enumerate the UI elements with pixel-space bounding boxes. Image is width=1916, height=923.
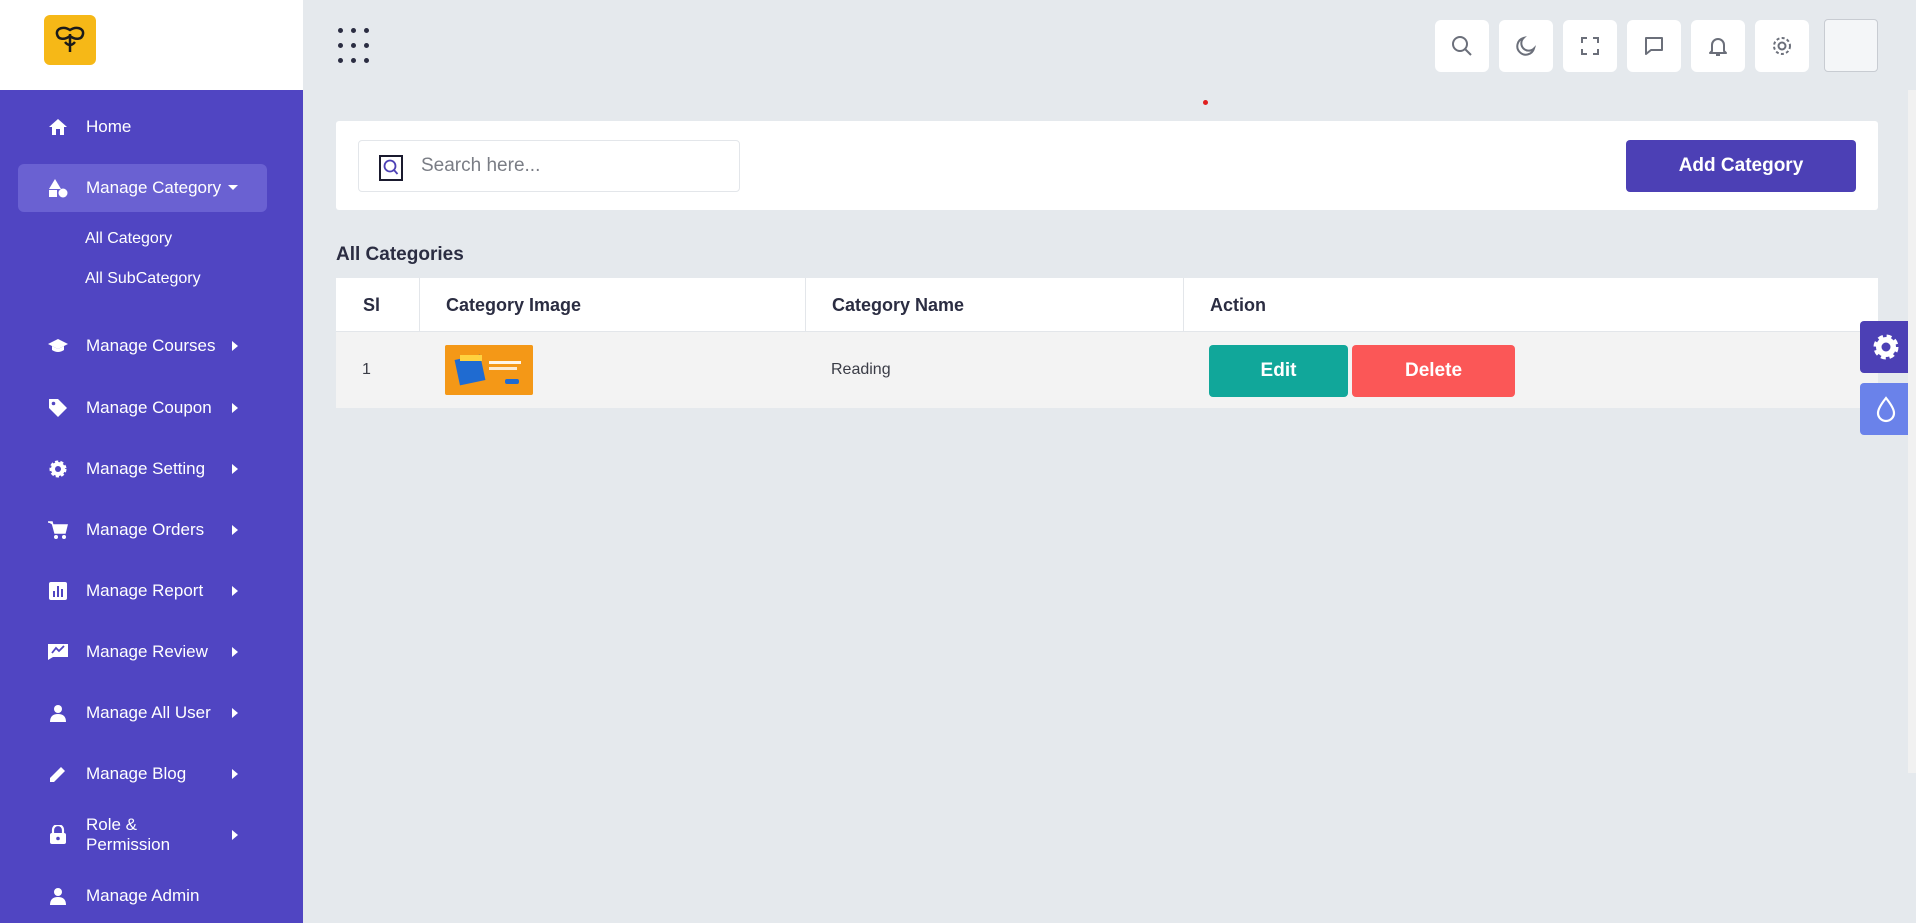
sidebar-item-label: Manage Orders [86,520,205,539]
sidebar-item-manage-admin[interactable]: Manage Admin [18,872,267,920]
gear-icon [1873,334,1899,360]
top-bar [0,0,1916,90]
sidebar-item-manage-courses[interactable]: Manage Courses [18,322,267,370]
user-icon [44,704,72,722]
sidebar-item-label: Manage Blog [86,764,187,783]
sidebar-item-home[interactable]: Home [18,103,267,151]
color-picker-button[interactable] [1860,383,1912,435]
sidebar-item-manage-orders[interactable]: Manage Orders [18,506,267,554]
fullscreen-button[interactable] [1563,20,1617,72]
sidebar-item-manage-blog[interactable]: Manage Blog [18,750,267,798]
fullscreen-icon [1581,37,1599,55]
bell-icon [1709,38,1727,56]
scrollbar[interactable] [1908,90,1916,773]
sidebar-item-manage-setting[interactable]: Manage Setting [18,445,267,493]
apps-grid-icon[interactable] [338,28,376,66]
sidebar-item-label: Manage Report [86,581,204,600]
user-icon [44,887,72,905]
category-name: Reading [831,361,891,378]
notification-button[interactable] [1691,20,1745,72]
sidebar-item-manage-all-user[interactable]: Manage All User [18,689,267,737]
section-title: All Categories [336,244,464,265]
sidebar-item-manage-review[interactable]: Manage Review [18,628,267,676]
avatar[interactable] [1824,19,1878,72]
column-header-name: Category Name [832,294,965,315]
chat-icon [1645,37,1663,55]
gear-icon [1773,37,1791,55]
column-header-sl: Sl [363,294,381,315]
search-box [358,140,740,192]
column-header-action: Action [1210,294,1266,315]
chevron-right-icon [225,524,245,536]
chevron-right-icon [225,340,245,352]
sidebar-item-manage-category[interactable]: Manage Category [18,164,267,212]
column-header-image: Category Image [446,294,582,315]
search-icon[interactable] [379,155,403,181]
chat-button[interactable] [1627,20,1681,72]
lock-icon [44,825,72,845]
sidebar-item-manage-coupon[interactable]: Manage Coupon [18,384,267,432]
sidebar-subitem-all-subcategory[interactable]: All SubCategory [85,270,201,288]
sidebar-item-manage-report[interactable]: Manage Report [18,567,267,615]
logo-area [0,0,303,90]
sidebar: Home Manage Category All Category All Su… [0,90,303,923]
cart-icon [44,520,72,540]
sidebar-item-label: Home [86,117,132,136]
sidebar-item-label: Manage Courses [86,336,216,355]
settings-button[interactable] [1755,20,1809,72]
search-input[interactable] [421,149,721,183]
sidebar-item-label: Manage All User [86,703,211,722]
status-dot [1203,100,1208,105]
chevron-right-icon [225,585,245,597]
row-sl: 1 [362,361,371,378]
sidebar-item-label: Manage Category [86,178,222,197]
add-category-button[interactable]: Add Category [1626,140,1856,192]
chevron-right-icon [225,463,245,475]
search-icon [1452,36,1472,56]
table-row: 1 Reading Edit Delete [336,332,1878,408]
delete-button[interactable]: Delete [1352,345,1515,397]
search-button[interactable] [1435,20,1489,72]
sidebar-subitem-all-category[interactable]: All Category [85,230,172,248]
sidebar-item-label: Manage Coupon [86,398,212,417]
category-thumbnail [445,345,533,395]
gear-icon [44,459,72,479]
chevron-right-icon [225,402,245,414]
tag-icon [44,398,72,418]
dark-mode-button[interactable] [1499,20,1553,72]
review-icon [44,643,72,661]
categories-table: Sl Category Image Category Name Action 1 [336,278,1878,408]
chevron-right-icon [225,707,245,719]
sidebar-item-label: Manage Review [86,642,208,661]
chevron-right-icon [225,768,245,780]
chevron-right-icon [225,646,245,658]
edit-button[interactable]: Edit [1209,345,1348,397]
shapes-icon [44,178,72,198]
chevron-right-icon [225,829,245,841]
sidebar-item-label: Manage Admin [86,886,200,905]
sidebar-item-label: Role & Permission [86,815,171,854]
table-header: Sl Category Image Category Name Action [336,278,1878,332]
category-image [445,332,533,408]
home-icon [44,118,72,136]
chevron-down-icon [223,184,243,192]
theme-settings-button[interactable] [1860,321,1912,373]
pencil-icon [44,765,72,783]
toolbar-card: Add Category [336,121,1878,210]
drop-icon [1876,396,1896,423]
sidebar-item-role-permission[interactable]: Role & Permission [18,811,267,859]
sidebar-item-label: Manage Setting [86,459,206,478]
graduation-cap-icon [44,337,72,355]
moon-icon [1516,35,1537,56]
chart-icon [44,582,72,600]
bee-logo-icon[interactable] [44,15,96,65]
